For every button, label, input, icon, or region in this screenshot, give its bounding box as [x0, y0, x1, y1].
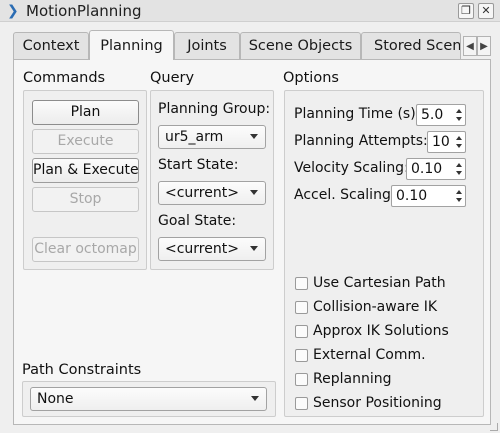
- chevron-down-icon: [250, 190, 258, 195]
- stop-button[interactable]: Stop: [32, 187, 139, 212]
- plan-and-execute-button[interactable]: Plan & Execute: [32, 158, 139, 183]
- resize-grip[interactable]: [490, 423, 498, 431]
- tab-joints[interactable]: Joints: [174, 32, 240, 59]
- planning-time-value: 5.0: [421, 107, 444, 123]
- approx-ik-solutions-checkbox[interactable]: [295, 325, 308, 338]
- tab-scroll-right-icon[interactable]: ▶: [477, 36, 491, 56]
- velocity-scaling-value: 0.10: [411, 161, 443, 177]
- sensor-positioning-checkbox[interactable]: [295, 397, 308, 410]
- chevron-down-icon: [251, 396, 259, 401]
- rviz-chevron-icon: ❯: [7, 3, 19, 19]
- start-state-value: <current>: [165, 185, 239, 201]
- tab-scene-objects[interactable]: Scene Objects: [240, 32, 361, 59]
- tab-stored-scenes[interactable]: Stored Scenes: [361, 32, 461, 59]
- tab-scroll-left-icon[interactable]: ◀: [463, 36, 477, 56]
- float-window-icon[interactable]: ❐: [458, 3, 474, 19]
- goal-state-value: <current>: [165, 241, 239, 257]
- spin-up-icon[interactable]: [456, 190, 462, 194]
- query-heading: Query: [150, 70, 195, 86]
- close-icon[interactable]: ✕: [478, 3, 494, 19]
- tab-planning[interactable]: Planning: [89, 30, 174, 60]
- goal-state-select[interactable]: <current>: [158, 237, 266, 261]
- path-constraints-value: None: [37, 391, 74, 407]
- spin-up-icon[interactable]: [456, 163, 462, 167]
- commands-heading: Commands: [23, 70, 106, 86]
- sensor-positioning-label: Sensor Positioning: [313, 395, 442, 411]
- replanning-checkbox[interactable]: [295, 373, 308, 386]
- spin-down-icon[interactable]: [456, 198, 462, 202]
- use-cartesian-path-checkbox[interactable]: [295, 277, 308, 290]
- execute-button[interactable]: Execute: [32, 129, 139, 154]
- planning-time-label: Planning Time (s):: [294, 106, 421, 122]
- tab-context[interactable]: Context: [13, 32, 89, 59]
- path-constraints-select[interactable]: None: [30, 387, 267, 411]
- planning-group-select[interactable]: ur5_arm: [158, 125, 266, 149]
- spin-up-icon[interactable]: [456, 136, 462, 140]
- planning-group-value: ur5_arm: [165, 129, 224, 145]
- velocity-scaling-label: Velocity Scaling:: [294, 160, 409, 176]
- spin-down-icon[interactable]: [456, 171, 462, 175]
- collision-aware-ik-label: Collision-aware IK: [313, 299, 438, 315]
- path-constraints-heading: Path Constraints: [22, 362, 142, 378]
- planning-time-spinbox[interactable]: 5.0: [416, 104, 466, 126]
- use-cartesian-path-label: Use Cartesian Path: [313, 275, 446, 291]
- chevron-down-icon: [250, 246, 258, 251]
- external-comm-label: External Comm.: [313, 347, 426, 363]
- planning-group-label: Planning Group:: [158, 101, 271, 117]
- plan-button[interactable]: Plan: [32, 100, 139, 125]
- collision-aware-ik-checkbox[interactable]: [295, 301, 308, 314]
- planning-attempts-label: Planning Attempts:: [294, 133, 428, 149]
- options-heading: Options: [283, 70, 339, 86]
- start-state-select[interactable]: <current>: [158, 181, 266, 205]
- accel-scaling-label: Accel. Scaling:: [294, 187, 396, 203]
- approx-ik-solutions-label: Approx IK Solutions: [313, 323, 449, 339]
- spin-down-icon[interactable]: [456, 117, 462, 121]
- accel-scaling-spinbox[interactable]: 0.10: [391, 185, 466, 207]
- goal-state-label: Goal State:: [158, 213, 237, 229]
- chevron-down-icon: [250, 134, 258, 139]
- spin-down-icon[interactable]: [456, 144, 462, 148]
- accel-scaling-value: 0.10: [396, 188, 428, 204]
- window-title: MotionPlanning: [26, 2, 142, 20]
- replanning-label: Replanning: [313, 371, 392, 387]
- clear-octomap-button[interactable]: Clear octomap: [32, 237, 139, 262]
- external-comm-checkbox[interactable]: [295, 349, 308, 362]
- spin-up-icon[interactable]: [456, 109, 462, 113]
- planning-attempts-spinbox[interactable]: 10: [427, 131, 466, 153]
- velocity-scaling-spinbox[interactable]: 0.10: [406, 158, 466, 180]
- start-state-label: Start State:: [158, 157, 239, 173]
- planning-attempts-value: 10: [432, 134, 450, 150]
